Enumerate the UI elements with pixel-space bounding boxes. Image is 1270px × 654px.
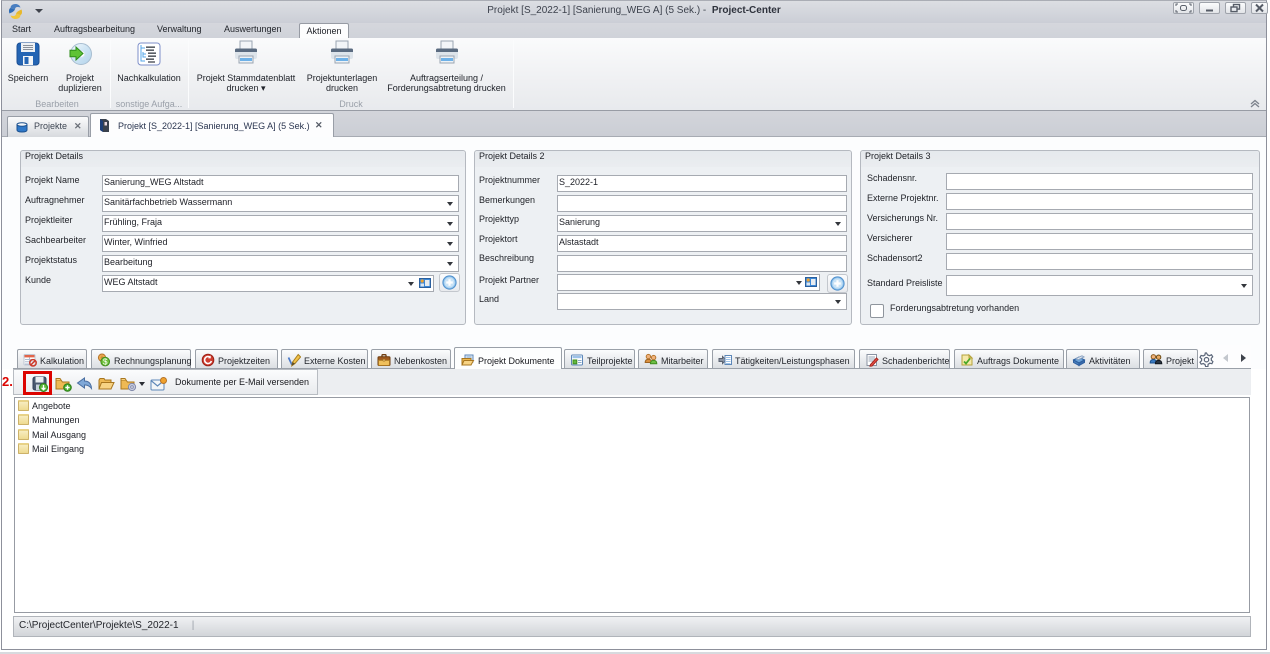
svg-text:$: $: [103, 357, 108, 366]
